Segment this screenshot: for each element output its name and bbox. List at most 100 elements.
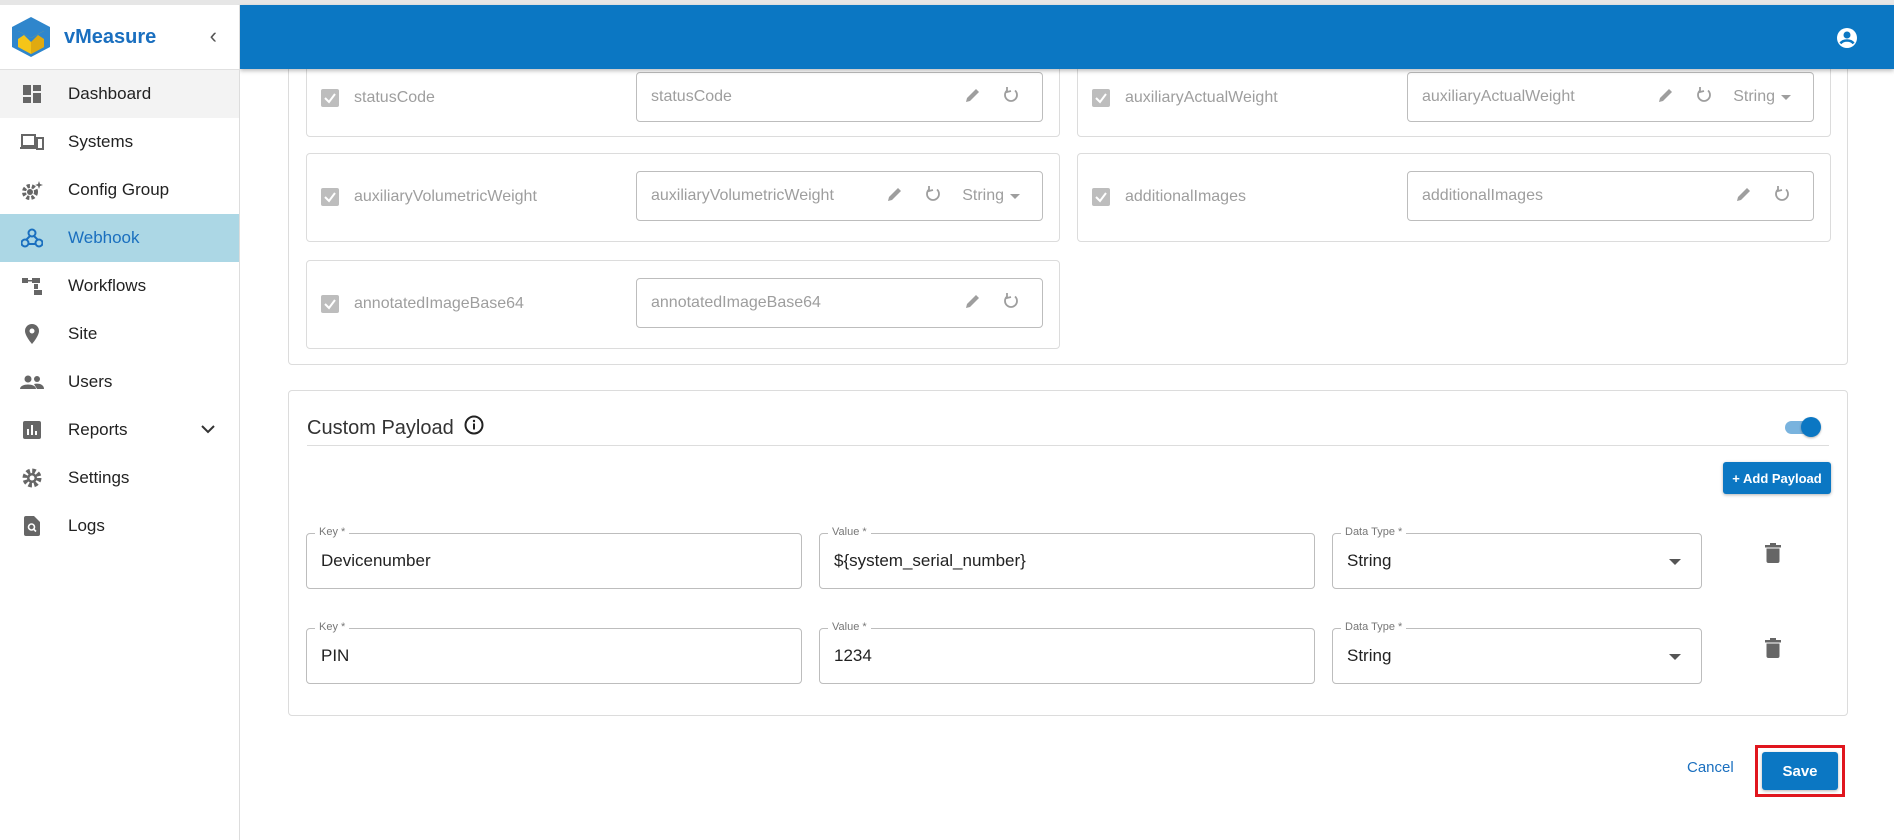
sidebar-item-label: Reports [68,420,128,439]
data-type-label: Data Type * [1341,526,1407,538]
settings-gear-icon [20,466,44,490]
reset-icon[interactable] [1002,86,1020,109]
payload-data-type-select[interactable]: Data Type * String [1332,526,1702,589]
collapse-sidebar-chevron-icon[interactable]: ‹ [210,23,217,49]
field-mapping-value: auxiliaryActualWeight [1422,88,1575,105]
divider [307,445,1829,446]
sidebar-item-label: Systems [68,132,134,151]
sidebar-item-label: Logs [68,516,105,535]
sidebar-item-label: Webhook [68,228,140,247]
field-label: annotatedImageBase64 [354,295,524,312]
sidebar-item-config-group[interactable]: Config Group [0,166,239,214]
key-value: PIN [321,646,350,665]
data-type-value: String [962,187,1004,204]
value-label: Value * [828,526,871,538]
edit-pencil-icon[interactable] [1735,185,1753,208]
field-checkbox[interactable] [1092,188,1110,206]
dashboard-icon [20,82,44,106]
reset-icon[interactable] [1002,292,1020,315]
field-card: additionalImages additionalImages [1077,153,1831,242]
data-type-value: String [1347,646,1392,665]
payload-data-type-select[interactable]: Data Type * String [1332,621,1702,684]
vmeasure-logo-icon [12,17,50,57]
payload-key-input[interactable]: Key * Devicenumber [306,526,802,589]
dropdown-arrow-icon [1669,559,1681,565]
data-type-select[interactable]: String [962,187,1020,205]
sidebar-item-label: Users [68,372,113,391]
field-checkbox[interactable] [321,89,339,107]
field-checkbox[interactable] [321,188,339,206]
reset-icon[interactable] [1773,185,1791,208]
field-label: auxiliaryVolumetricWeight [354,188,537,205]
key-label: Key * [315,526,350,538]
devices-icon [20,130,44,154]
add-payload-button[interactable]: + Add Payload [1723,462,1831,494]
sidebar-item-site[interactable]: Site [0,310,239,358]
reset-icon[interactable] [924,185,942,208]
account-circle-icon[interactable] [1836,27,1858,54]
dropdown-arrow-icon [1010,193,1020,199]
payload-value-input[interactable]: Value * ${system_serial_number} [819,526,1315,589]
location-pin-icon [20,322,44,346]
payload-value-input[interactable]: Value * 1234 [819,621,1315,684]
save-button[interactable]: Save [1762,752,1838,790]
field-card: annotatedImageBase64 annotatedImageBase6… [306,260,1060,349]
key-value: Devicenumber [321,551,431,570]
sidebar-item-dashboard[interactable]: Dashboard [0,70,239,118]
delete-trash-icon[interactable] [1765,638,1781,663]
reset-icon[interactable] [1695,86,1713,109]
sidebar-item-label: Settings [68,468,130,487]
sidebar-item-label: Workflows [68,276,147,295]
field-mapping-value: annotatedImageBase64 [651,294,821,311]
logo-row: vMeasure ‹ [0,5,239,70]
payload-key-input[interactable]: Key * PIN [306,621,802,684]
sidebar-item-label: Dashboard [68,84,152,103]
sidebar-item-systems[interactable]: Systems [0,118,239,166]
sidebar-item-users[interactable]: Users [0,358,239,406]
info-icon[interactable] [464,415,484,441]
field-mapping-value: additionalImages [1422,187,1543,204]
edit-pencil-icon[interactable] [886,185,904,208]
dropdown-arrow-icon [1781,94,1791,100]
field-mapping-input[interactable]: annotatedImageBase64 [636,278,1043,328]
sidebar-item-label: Site [68,324,98,343]
sidebar: vMeasure ‹ Dashboard Systems Config Grou… [0,5,240,840]
sidebar-item-settings[interactable]: Settings [0,454,239,502]
field-checkbox[interactable] [321,295,339,313]
key-label: Key * [315,621,350,633]
field-mapping-input[interactable]: auxiliaryActualWeight String [1407,72,1814,122]
custom-payload-title-text: Custom Payload [307,416,454,439]
bar-chart-icon [20,418,44,442]
save-button-highlight: Save [1755,745,1845,797]
sidebar-item-workflows[interactable]: Workflows [0,262,239,310]
edit-pencil-icon[interactable] [964,292,982,315]
edit-pencil-icon[interactable] [1657,86,1675,109]
dropdown-arrow-icon [1669,654,1681,660]
field-label: auxiliaryActualWeight [1125,89,1278,106]
custom-payload-toggle[interactable] [1785,417,1821,437]
field-checkbox[interactable] [1092,89,1110,107]
sidebar-item-label: Config Group [68,180,170,199]
field-mapping-input[interactable]: additionalImages [1407,171,1814,221]
chevron-down-icon[interactable] [201,421,215,439]
config-gear-icon [20,178,44,202]
brand-name: vMeasure [64,25,157,48]
data-type-select[interactable]: String [1733,88,1791,106]
value-value: 1234 [834,646,872,665]
sidebar-item-reports[interactable]: Reports [0,406,239,454]
value-value: ${system_serial_number} [834,551,1026,570]
data-type-value: String [1347,551,1392,570]
edit-pencil-icon[interactable] [964,86,982,109]
field-mapping-input[interactable]: statusCode [636,72,1043,122]
delete-trash-icon[interactable] [1765,543,1781,568]
sidebar-item-logs[interactable]: Logs [0,502,239,550]
cancel-button[interactable]: Cancel [1687,759,1734,776]
custom-payload-title: Custom Payload [307,415,484,441]
data-type-label: Data Type * [1341,621,1407,633]
field-label: statusCode [354,89,435,106]
sidebar-item-webhook[interactable]: Webhook [0,214,239,262]
log-search-icon [20,514,44,538]
field-label: additionalImages [1125,188,1246,205]
field-mapping-input[interactable]: auxiliaryVolumetricWeight String [636,171,1043,221]
users-icon [20,370,44,394]
